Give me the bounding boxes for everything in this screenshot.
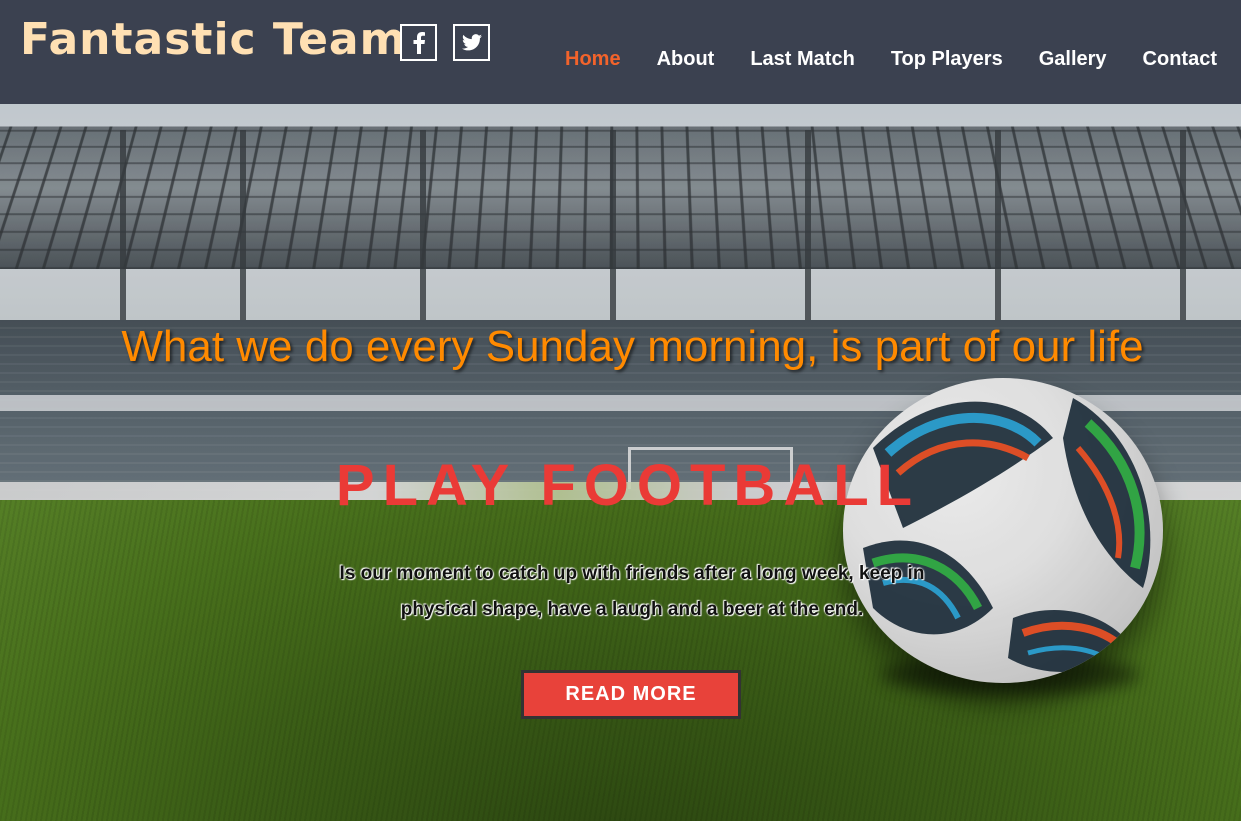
- hero-description: Is our moment to catch up with friends a…: [268, 556, 996, 628]
- nav-item-contact[interactable]: Contact: [1143, 48, 1217, 71]
- nav-item-top-players[interactable]: Top Players: [891, 48, 1003, 71]
- hero-tagline: What we do every Sunday morning, is part…: [0, 322, 1241, 372]
- nav-item-last-match[interactable]: Last Match: [750, 48, 854, 71]
- facebook-link[interactable]: [400, 24, 437, 61]
- facebook-icon: [412, 32, 426, 54]
- hero-section: What we do every Sunday morning, is part…: [0, 0, 1241, 821]
- main-nav: Home About Last Match Top Players Galler…: [529, 48, 1217, 71]
- hero-description-line-2: physical shape, have a laugh and a beer …: [401, 599, 864, 620]
- brand-logo[interactable]: Fantastic Team: [20, 14, 406, 65]
- hero-description-line-1: Is our moment to catch up with friends a…: [340, 563, 925, 584]
- twitter-link[interactable]: [453, 24, 490, 61]
- nav-item-home[interactable]: Home: [565, 48, 621, 71]
- twitter-icon: [462, 34, 482, 51]
- nav-item-about[interactable]: About: [657, 48, 715, 71]
- read-more-button[interactable]: READ MORE: [521, 670, 741, 719]
- hero-headline: PLAY FOOTBALL: [0, 452, 1241, 519]
- navbar: Fantastic Team Home About Last Match Top…: [0, 0, 1241, 104]
- nav-item-gallery[interactable]: Gallery: [1039, 48, 1107, 71]
